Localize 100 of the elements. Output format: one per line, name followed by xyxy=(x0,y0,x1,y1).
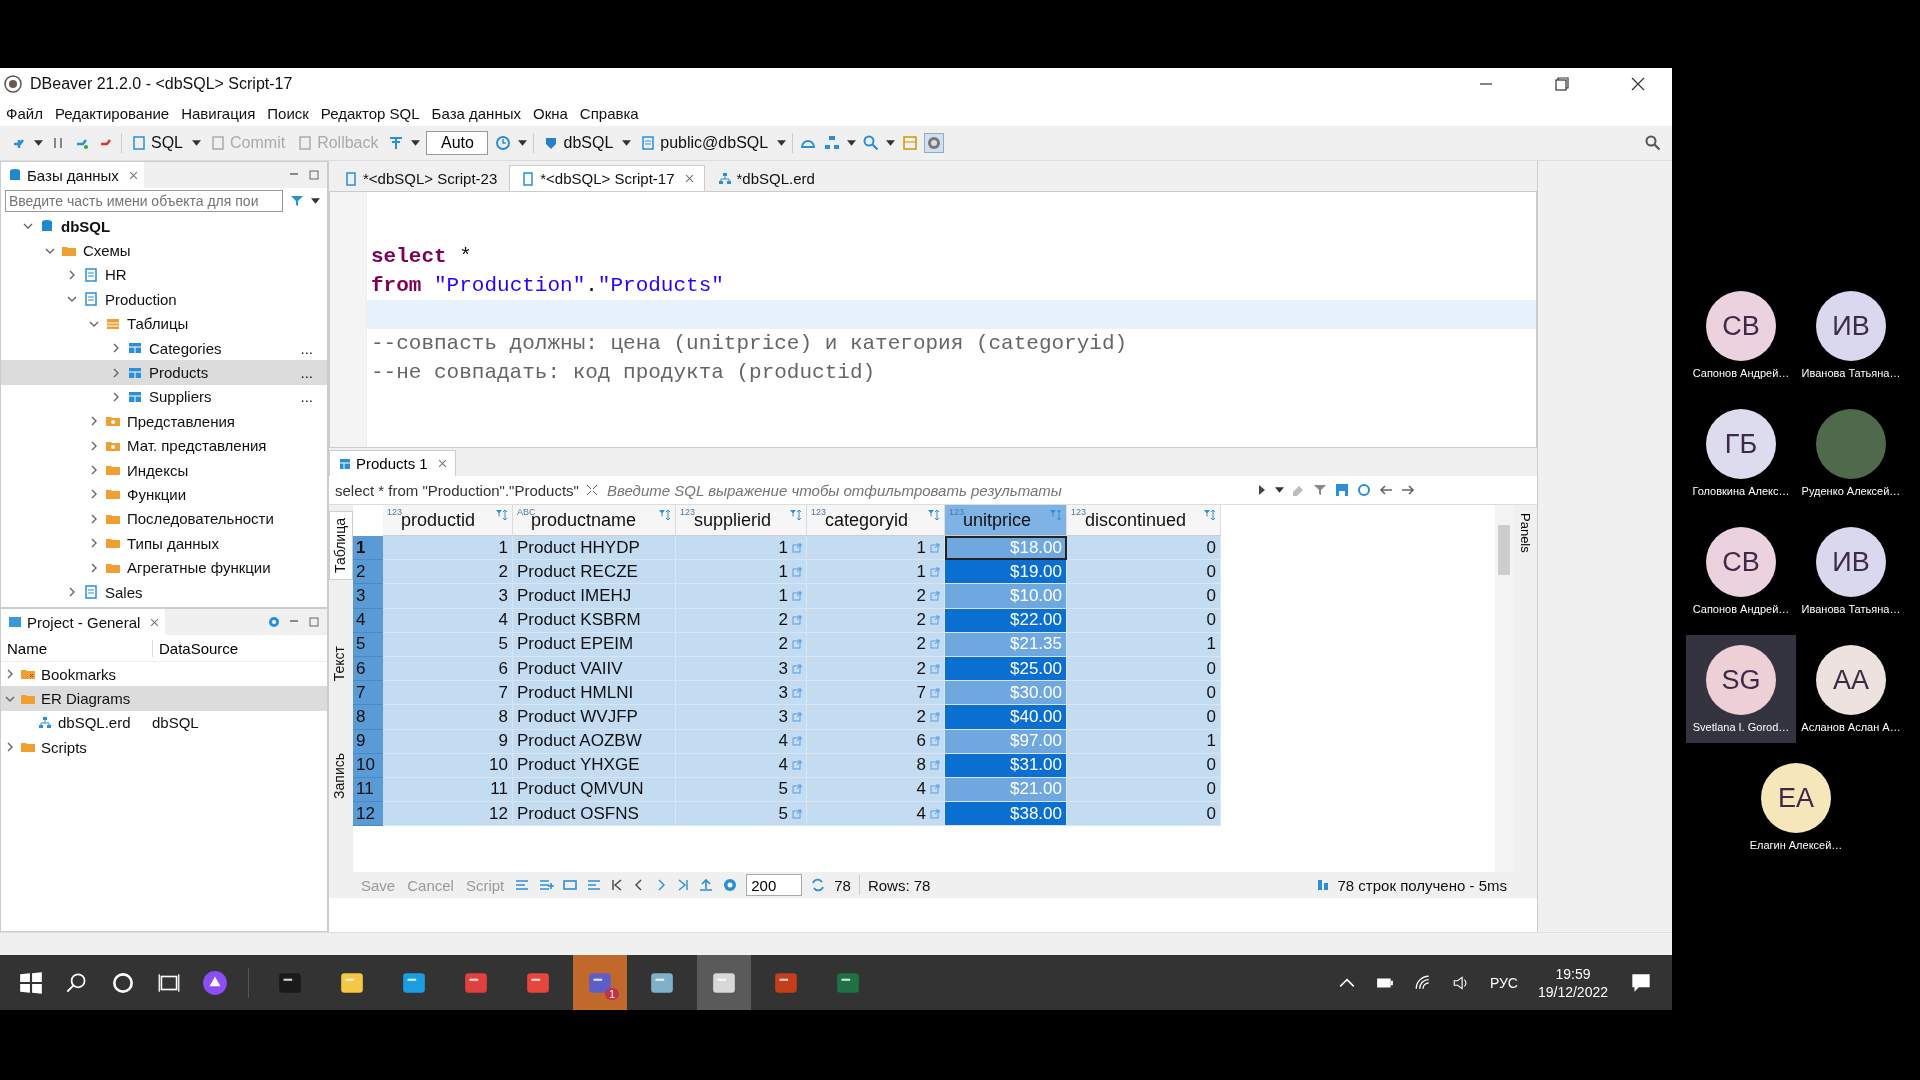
caret-icon[interactable] xyxy=(622,139,632,147)
link-icon[interactable] xyxy=(792,736,802,747)
edit-row-icon[interactable] xyxy=(514,877,531,893)
link-icon[interactable] xyxy=(930,590,940,601)
link-icon[interactable] xyxy=(930,711,940,722)
chevron-icon[interactable] xyxy=(5,742,15,753)
input-language[interactable]: РУС xyxy=(1489,974,1518,991)
clock-date[interactable]: 19/12/2022 xyxy=(1537,983,1608,1000)
tree-item[interactable]: dbSQL xyxy=(1,214,327,239)
project-item[interactable]: ER Diagrams xyxy=(1,686,327,711)
save-filter-icon[interactable] xyxy=(1333,482,1350,498)
clock-time[interactable]: 19:59 xyxy=(1555,965,1591,982)
project-item[interactable]: Bookmarks xyxy=(1,662,327,687)
refresh-icon[interactable] xyxy=(1355,482,1372,498)
gear-icon[interactable] xyxy=(267,615,281,629)
caret-icon[interactable] xyxy=(886,139,896,147)
participant-tile[interactable]: EA Елагин Алексей… xyxy=(1686,753,1906,861)
participant-tile[interactable]: СВ Сапонов Андрей… xyxy=(1686,281,1796,389)
history-icon[interactable] xyxy=(494,134,513,152)
fetch-size-field[interactable]: 200 xyxy=(746,874,803,896)
connection-selector[interactable]: dbSQL xyxy=(540,132,617,154)
participant-tile[interactable]: ИВ Иванова Татьяна… xyxy=(1796,281,1906,389)
menu-item[interactable]: База данных xyxy=(431,104,521,122)
chevron-icon[interactable] xyxy=(89,465,99,476)
link-icon[interactable] xyxy=(930,542,940,553)
layout-icon[interactable] xyxy=(901,134,920,152)
link-icon[interactable] xyxy=(792,760,802,771)
link-icon[interactable] xyxy=(930,736,940,747)
schema-selector[interactable]: public@dbSQL xyxy=(637,132,772,154)
column-header[interactable]: DataSource xyxy=(153,639,239,657)
add-row-icon[interactable] xyxy=(538,877,555,893)
row-number[interactable]: 1 xyxy=(353,536,383,561)
assistant-icon[interactable] xyxy=(202,969,228,996)
sort-filter-icon[interactable] xyxy=(927,508,941,522)
link-icon[interactable] xyxy=(792,711,802,722)
perspective-icon[interactable] xyxy=(925,134,944,152)
row-number[interactable]: 7 xyxy=(353,681,383,706)
tree-item[interactable]: Suppliers ... xyxy=(1,384,327,410)
menu-item[interactable]: Поиск xyxy=(267,104,309,122)
chevron-icon[interactable] xyxy=(89,538,99,549)
gear-icon[interactable] xyxy=(722,877,739,893)
object-search-field[interactable]: Введите часть имени объекта для пои xyxy=(5,190,283,212)
tree-item[interactable]: Агрегатные функции xyxy=(1,555,327,580)
chevron-icon[interactable] xyxy=(67,587,77,598)
link-icon[interactable] xyxy=(792,687,802,698)
chevron-icon[interactable] xyxy=(5,669,15,680)
link-icon[interactable] xyxy=(792,566,802,577)
view-tab[interactable]: Таблица xyxy=(329,511,353,580)
project-item[interactable]: dbSQL.erd dbSQL xyxy=(1,710,327,736)
view-tab[interactable]: Текст xyxy=(329,639,353,688)
menu-item[interactable]: Редактирование xyxy=(54,104,170,122)
row-number[interactable]: 3 xyxy=(353,584,383,609)
link-icon[interactable] xyxy=(792,590,802,601)
start-button[interactable] xyxy=(18,969,44,996)
refresh-icon[interactable] xyxy=(810,877,827,893)
link-icon[interactable] xyxy=(930,615,940,626)
tree-item[interactable]: Мат. представления xyxy=(1,433,327,458)
link-icon[interactable] xyxy=(792,808,802,819)
tree-item[interactable]: Схемы xyxy=(1,238,327,263)
sort-filter-icon[interactable] xyxy=(658,508,672,522)
chevron-icon[interactable] xyxy=(89,513,99,524)
link-icon[interactable] xyxy=(930,784,940,795)
caret-icon[interactable] xyxy=(34,139,43,147)
sort-filter-icon[interactable] xyxy=(789,508,803,522)
row-number[interactable]: 11 xyxy=(353,777,383,803)
chevron-icon[interactable] xyxy=(89,562,99,573)
link-icon[interactable] xyxy=(930,566,940,577)
delete-row-icon[interactable] xyxy=(586,877,603,893)
tree-item[interactable]: Представления xyxy=(1,409,327,434)
row-number[interactable]: 6 xyxy=(353,656,383,682)
row-number[interactable]: 4 xyxy=(353,608,383,633)
hierarchy-icon[interactable] xyxy=(823,134,842,152)
menu-item[interactable]: Навигация xyxy=(181,104,256,122)
chevron-icon[interactable] xyxy=(111,367,121,378)
tree-item[interactable]: Таблицы xyxy=(1,311,327,336)
row-number[interactable]: 10 xyxy=(353,753,383,778)
scrollbar-thumb[interactable] xyxy=(1498,525,1510,575)
participant-tile[interactable]: ИВ Иванова Татьяна… xyxy=(1796,517,1906,625)
maximize-icon[interactable] xyxy=(307,615,321,629)
link-icon[interactable] xyxy=(792,663,802,674)
participant-tile[interactable]: ГБ Головкина Алекс… xyxy=(1686,399,1796,507)
project-tab[interactable]: Project - General xyxy=(1,609,166,635)
tree-item[interactable]: Production xyxy=(1,287,327,312)
commit-mode-button[interactable]: Auto xyxy=(426,131,489,155)
link-icon[interactable] xyxy=(930,663,940,674)
caret-icon[interactable] xyxy=(847,139,857,147)
expand-icon[interactable] xyxy=(584,483,599,497)
search-icon[interactable] xyxy=(1644,134,1662,152)
menu-item[interactable]: Файл xyxy=(6,104,43,122)
row-number[interactable]: 12 xyxy=(353,802,383,827)
chevron-icon[interactable] xyxy=(111,391,121,402)
view-tab[interactable]: Запись xyxy=(329,747,353,806)
taskbar-app[interactable] xyxy=(697,955,751,1010)
sql-editor-button[interactable]: SQL xyxy=(128,132,186,154)
link-icon[interactable] xyxy=(930,808,940,819)
menu-item[interactable]: Окна xyxy=(532,104,568,122)
row-number[interactable]: 5 xyxy=(353,632,383,657)
taskbar-app[interactable]: 1 xyxy=(573,955,627,1010)
row-number[interactable]: 8 xyxy=(353,705,383,730)
caret-icon[interactable] xyxy=(777,139,787,147)
